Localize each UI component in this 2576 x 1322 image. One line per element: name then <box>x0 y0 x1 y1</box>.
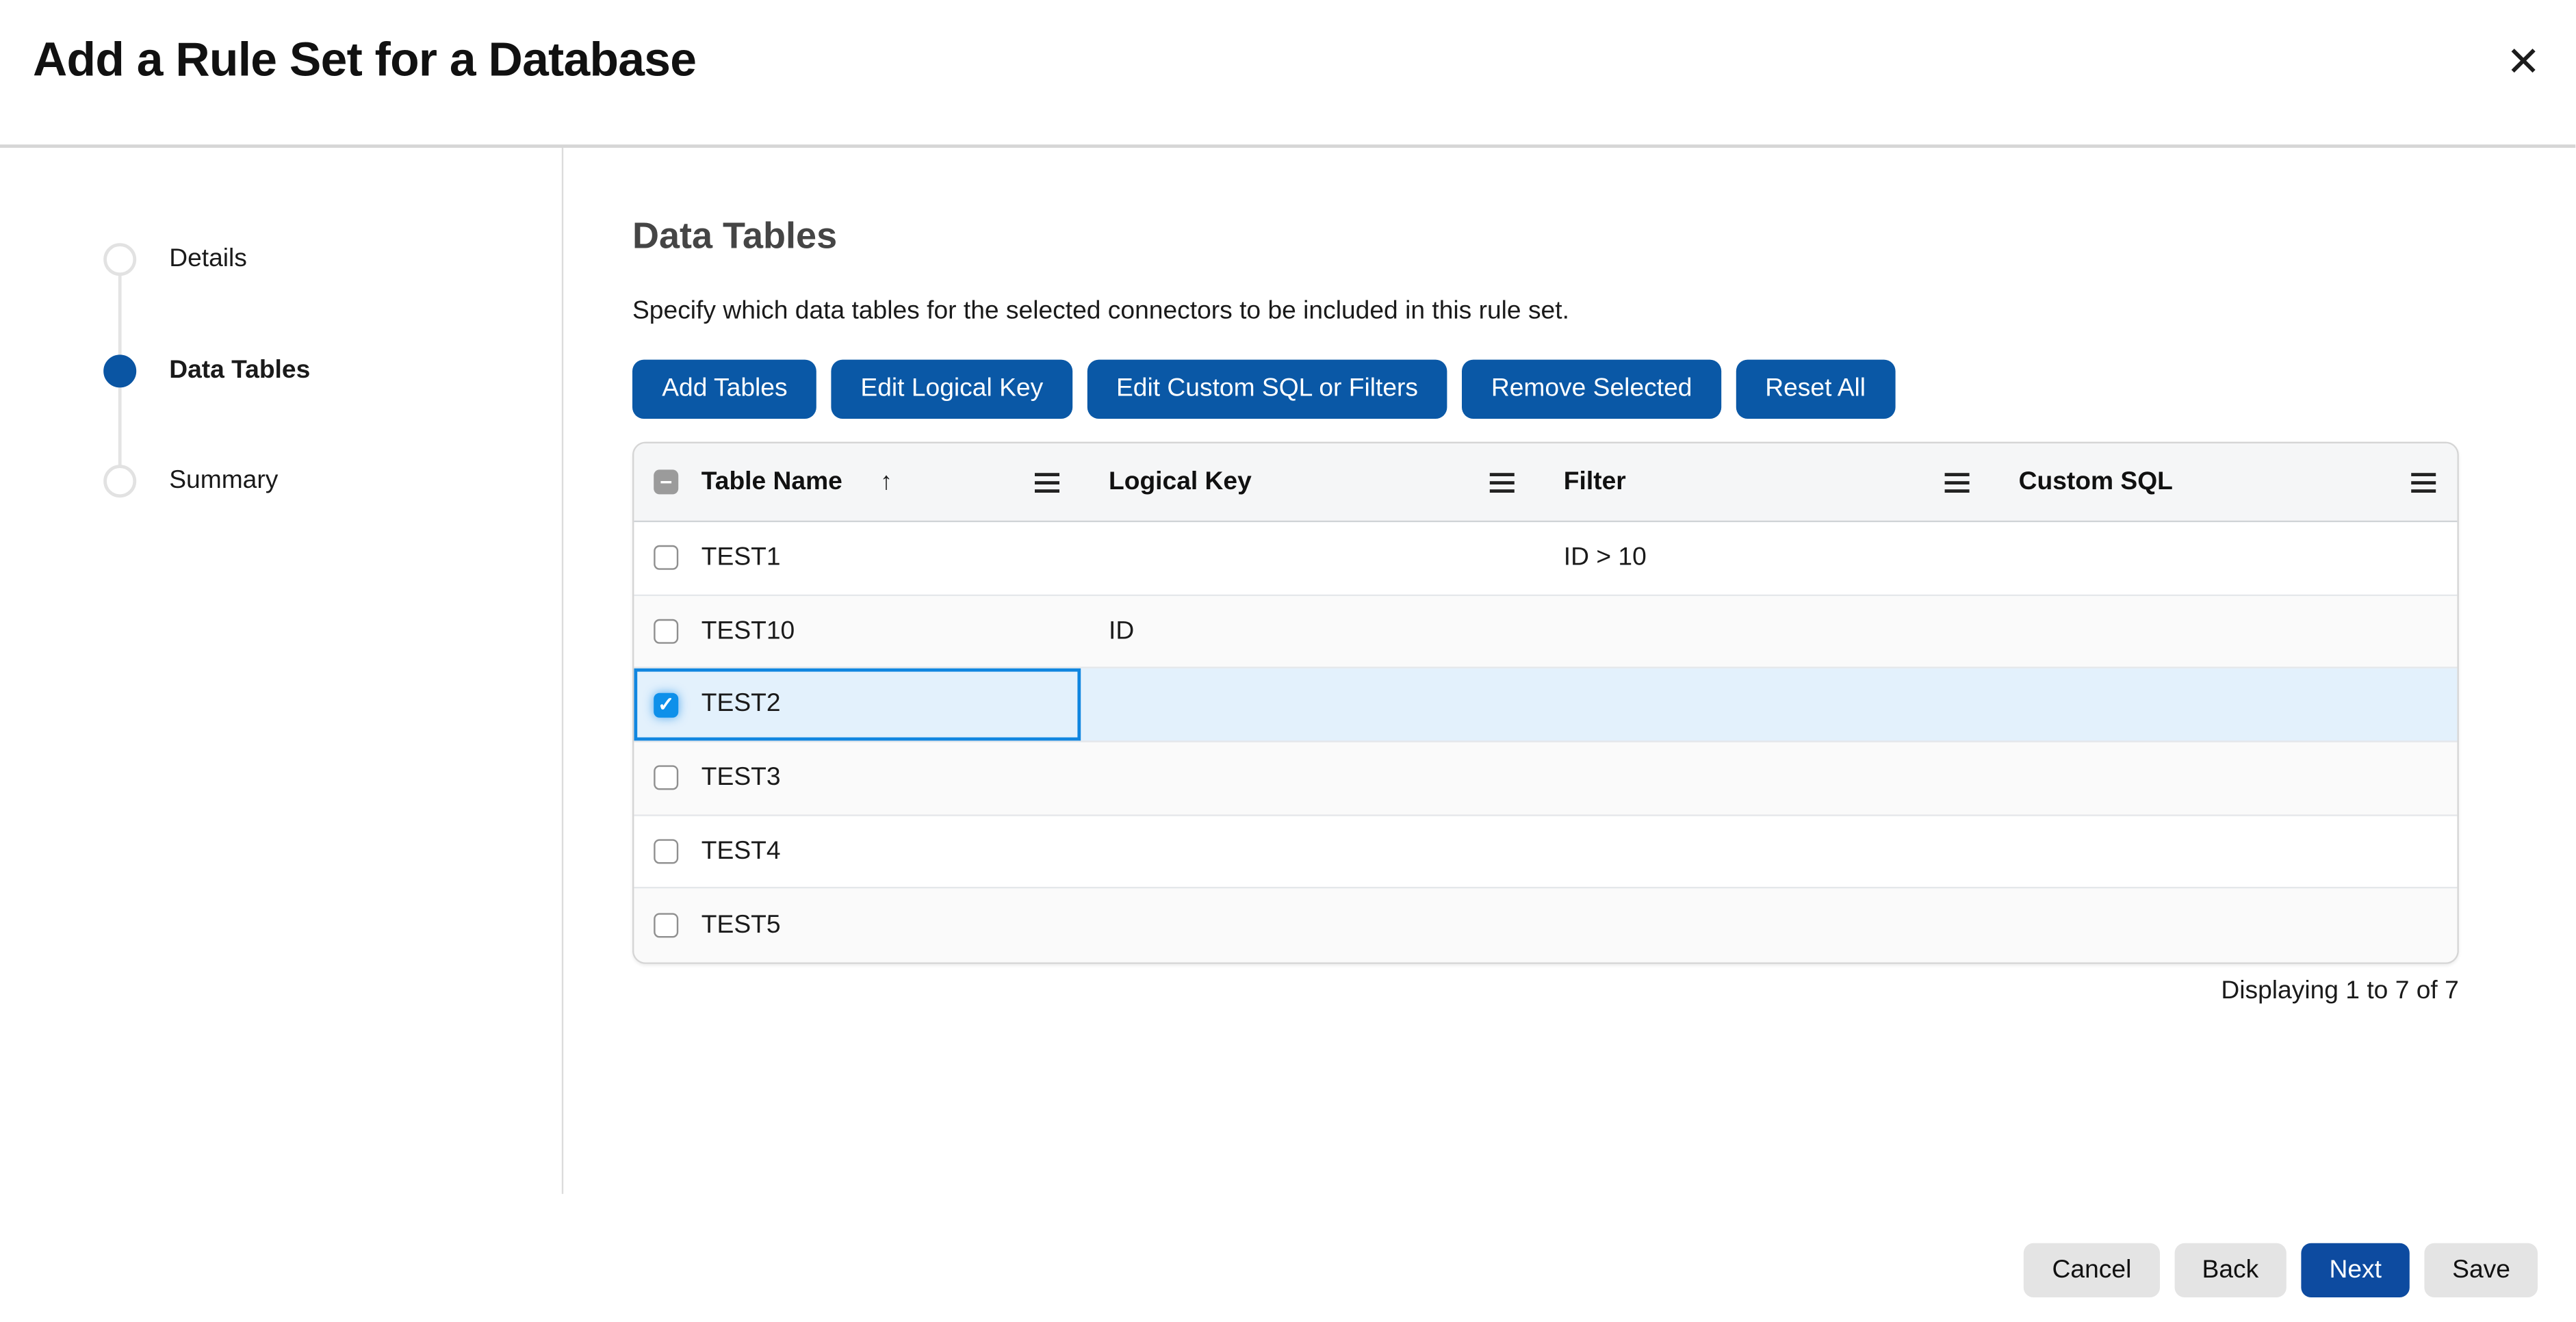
reset-all-button[interactable]: Reset All <box>1736 360 1895 419</box>
cell-custom-sql <box>1991 669 2458 741</box>
cell-filter <box>1536 816 1991 887</box>
next-button[interactable]: Next <box>2302 1243 2410 1297</box>
row-checkbox[interactable] <box>654 840 678 864</box>
row-checkbox[interactable]: ✓ <box>654 692 678 717</box>
cell-logical-key <box>1081 889 1536 962</box>
wizard-stepper: Details Data Tables Summary <box>0 148 563 1194</box>
cell-custom-sql <box>1991 816 2458 887</box>
page-description: Specify which data tables for the select… <box>632 297 2459 326</box>
pagination-status: Displaying 1 to 7 of 7 <box>632 977 2459 1007</box>
remove-selected-button[interactable]: Remove Selected <box>1462 360 1722 419</box>
column-header-filter: Filter <box>1536 443 1991 521</box>
modal-footer: Cancel Back Next Save <box>2024 1243 2538 1297</box>
table-name-text: TEST2 <box>701 690 781 720</box>
step-indicator-dot <box>103 243 136 276</box>
back-button[interactable]: Back <box>2174 1243 2287 1297</box>
cell-logical-key <box>1081 669 1536 741</box>
cell-custom-sql <box>1991 889 2458 962</box>
cell-custom-sql <box>1991 595 2458 667</box>
column-label-table-name[interactable]: Table Name <box>701 467 842 497</box>
cell-filter <box>1536 669 1991 741</box>
row-checkbox[interactable] <box>654 619 678 644</box>
table-name-text: TEST10 <box>701 617 795 646</box>
cell-filter <box>1536 742 1991 814</box>
save-button[interactable]: Save <box>2424 1243 2538 1297</box>
column-menu-icon[interactable] <box>1035 472 1059 492</box>
table-header-row: −Table Name ↑ Logical Key Filter Custom SQL <box>634 443 2457 522</box>
data-tables-table: −Table Name↑Logical KeyFilterCustom SQL … <box>632 442 2459 965</box>
modal-header: Add a Rule Set for a Database ✕ <box>0 0 2576 148</box>
column-label-logical-key[interactable]: Logical Key <box>1109 467 1252 497</box>
cell-table-name: ✓ TEST2 <box>634 669 1081 741</box>
table-row[interactable]: TEST1 ID > 10 <box>634 522 2457 595</box>
stepper-item-details[interactable]: Details <box>103 243 247 276</box>
column-menu-icon[interactable] <box>2411 472 2436 492</box>
cancel-button[interactable]: Cancel <box>2024 1243 2159 1297</box>
cell-table-name: TEST5 <box>634 889 1081 962</box>
step-label: Summary <box>169 467 278 496</box>
step-label: Details <box>169 245 247 274</box>
cell-filter <box>1536 595 1991 667</box>
column-header-table-name: −Table Name ↑ <box>634 443 1081 521</box>
add-tables-button[interactable]: Add Tables <box>632 360 817 419</box>
cell-filter <box>1536 889 1991 962</box>
cell-logical-key <box>1081 816 1536 887</box>
table-name-text: TEST4 <box>701 837 781 866</box>
cell-table-name: TEST10 <box>634 595 1081 667</box>
row-checkbox[interactable] <box>654 913 678 938</box>
column-label-custom-sql[interactable]: Custom SQL <box>2019 467 2173 497</box>
edit-logical-key-button[interactable]: Edit Logical Key <box>831 360 1072 419</box>
cell-table-name: TEST1 <box>634 522 1081 594</box>
column-label-filter[interactable]: Filter <box>1564 467 1626 497</box>
cell-table-name: TEST4 <box>634 816 1081 887</box>
stepper-item-data-tables[interactable]: Data Tables <box>103 354 310 387</box>
cell-filter: ID > 10 <box>1536 522 1991 594</box>
table-name-text: TEST1 <box>701 543 781 573</box>
cell-table-name: TEST3 <box>634 742 1081 814</box>
column-menu-icon[interactable] <box>1490 472 1515 492</box>
row-checkbox[interactable] <box>654 766 678 790</box>
table-name-text: TEST5 <box>701 911 781 940</box>
modal-title: Add a Rule Set for a Database <box>33 34 696 88</box>
select-all-checkbox[interactable]: − <box>654 469 678 494</box>
table-row[interactable]: ✓ TEST2 <box>634 669 2457 742</box>
main-content: Data Tables Specify which data tables fo… <box>563 148 2459 1194</box>
modal-body: Details Data Tables Summary Data Tables Sp… <box>0 148 2576 1194</box>
table-row[interactable]: TEST5 <box>634 889 2457 962</box>
cell-custom-sql <box>1991 522 2458 594</box>
stepper-item-summary[interactable]: Summary <box>103 465 278 497</box>
table-actions-toolbar: Add TablesEdit Logical Key Edit Custom SQ… <box>632 360 2459 419</box>
column-header-logical-key: Logical Key <box>1081 443 1536 521</box>
step-indicator-dot <box>103 465 136 497</box>
table-body: TEST1 ID > 10 TEST10 ID ✓ TEST2 TEST3 TEST4 TEST… <box>634 522 2457 963</box>
page-heading: Data Tables <box>632 213 2459 258</box>
column-header-custom-sql: Custom SQL <box>1991 443 2458 521</box>
table-name-text: TEST3 <box>701 764 781 793</box>
column-menu-icon[interactable] <box>1945 472 1970 492</box>
step-label: Data Tables <box>169 357 310 386</box>
cell-logical-key <box>1081 742 1536 814</box>
row-checkbox[interactable] <box>654 546 678 571</box>
cell-logical-key <box>1081 522 1536 594</box>
cell-logical-key: ID <box>1081 595 1536 667</box>
step-indicator-dot <box>103 354 136 387</box>
table-row[interactable]: TEST4 <box>634 816 2457 889</box>
table-row[interactable]: TEST3 <box>634 742 2457 816</box>
close-icon[interactable]: ✕ <box>2499 38 2548 87</box>
sort-ascending-icon: ↑ <box>880 468 892 496</box>
table-row[interactable]: TEST10 ID <box>634 595 2457 669</box>
edit-custom-sql-or-filters-button[interactable]: Edit Custom SQL or Filters <box>1087 360 1447 419</box>
add-rule-set-modal: Add a Rule Set for a Database ✕ DetailsD… <box>0 0 2576 1322</box>
cell-custom-sql <box>1991 742 2458 814</box>
